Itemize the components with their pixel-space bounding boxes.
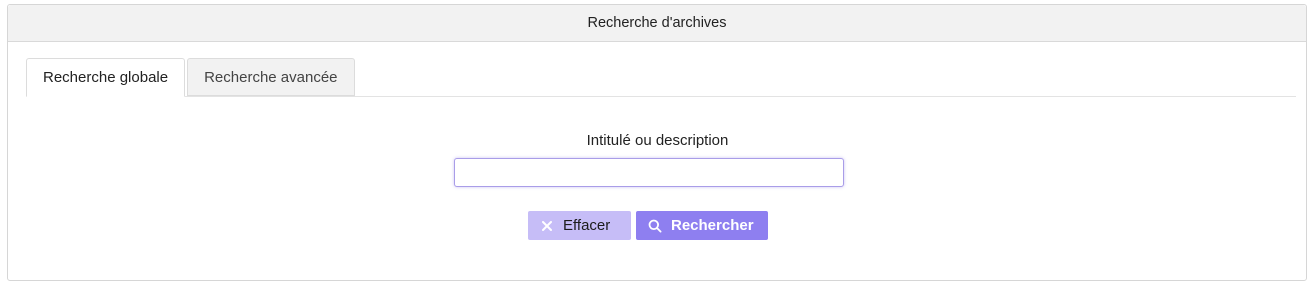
search-button-label: Rechercher bbox=[671, 217, 754, 234]
clear-button[interactable]: Effacer bbox=[528, 211, 631, 240]
search-button[interactable]: Rechercher bbox=[636, 211, 768, 240]
panel-title: Recherche d'archives bbox=[8, 5, 1306, 42]
clear-button-label: Effacer bbox=[563, 217, 611, 234]
search-tabs: Recherche globale Recherche avancée bbox=[26, 58, 1296, 97]
tab-advanced-search[interactable]: Recherche avancée bbox=[187, 58, 355, 96]
search-icon bbox=[648, 219, 662, 233]
tab-global-search[interactable]: Recherche globale bbox=[26, 58, 186, 97]
form-actions: Effacer Rechercher bbox=[528, 211, 768, 240]
close-icon bbox=[540, 219, 554, 233]
title-description-input[interactable] bbox=[454, 158, 844, 187]
title-description-label: Intitulé ou description bbox=[586, 132, 729, 149]
